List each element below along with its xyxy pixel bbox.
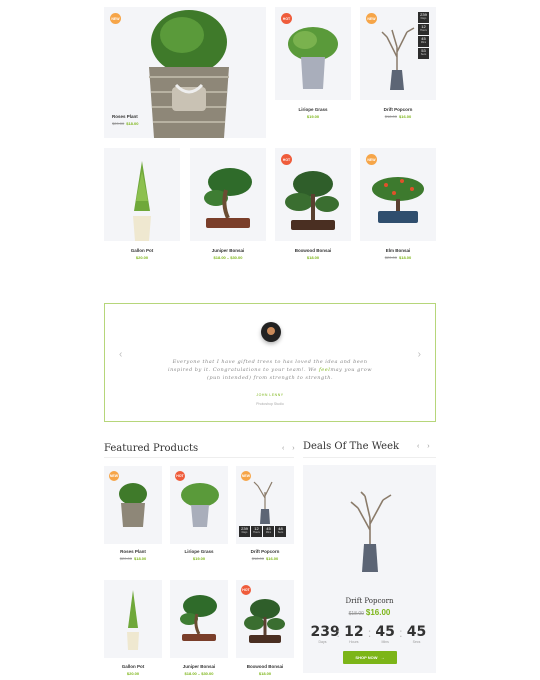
deal-product-name[interactable]: Drift Popcorn: [303, 597, 436, 605]
sale-price: $18.00: [399, 255, 412, 260]
liriope-grass-image: [181, 483, 219, 527]
arrow-right-icon: →: [380, 655, 385, 660]
timer-secs: 48 Secs: [275, 526, 286, 537]
hot-badge: HOT: [241, 585, 251, 595]
testimonial-avatar: [261, 322, 281, 342]
timer-mins: 45 Mins: [263, 526, 274, 537]
countdown-secs: 45 Secs: [406, 624, 427, 644]
testimonial-box: ‹ › Everyone that I have gifted trees to…: [104, 303, 436, 422]
product-card[interactable]: NEW: [104, 466, 162, 544]
product-card[interactable]: HOT: [236, 580, 294, 658]
featured-title: Featured Products: [104, 443, 199, 454]
gallon-pot-image: [133, 161, 151, 241]
product-name[interactable]: Drift Popcorn: [236, 549, 294, 554]
new-badge: NEW: [109, 471, 119, 481]
product-name[interactable]: Liriope Grass: [275, 107, 351, 112]
old-price: $18.00: [384, 114, 397, 119]
product-name[interactable]: Juniper Bonsai: [190, 248, 266, 253]
featured-arrows[interactable]: ‹ ›: [282, 445, 298, 452]
countdown-mins: 45 Mins: [375, 624, 395, 644]
sale-price: $16.00: [399, 114, 412, 119]
product-card[interactable]: NEW 239 Days 12 Hours 45 Mins 53 Secs Drift …: [360, 7, 436, 138]
testimonial-quote: Everyone that I have gifted trees to has…: [167, 359, 372, 381]
prev-arrow-icon[interactable]: ‹: [119, 349, 122, 360]
product-card[interactable]: Juniper Bonsai $18.00 – $30.00: [190, 148, 266, 279]
product-name[interactable]: Drift Popcorn: [360, 107, 436, 112]
countdown-hours: 12 Hours: [344, 624, 364, 644]
boxwood-bonsai-image: [244, 599, 285, 643]
next-arrow-icon[interactable]: ›: [418, 349, 421, 360]
product-name[interactable]: Liriope Grass: [170, 549, 228, 554]
product-card[interactable]: NEW Elm Bonsai $20.00 $18.00: [360, 148, 436, 279]
timer-secs: 53 Secs: [418, 48, 429, 59]
product-card[interactable]: NEW 239 Days 12 Hours 45 Mins 48 Secs: [236, 466, 294, 544]
testimonial-author: JOHN LENNY: [256, 393, 284, 397]
new-badge: NEW: [110, 13, 121, 24]
sale-price: $18.00: [306, 255, 320, 260]
product-name[interactable]: Roses Plant: [104, 549, 162, 554]
countdown-days: 239 Days: [310, 624, 340, 644]
deals-divider: [303, 457, 436, 458]
juniper-bonsai-image: [180, 595, 217, 641]
sale-price: $19.00: [306, 114, 320, 119]
drift-popcorn-image: [253, 481, 273, 524]
product-name[interactable]: Roses Plant: [112, 114, 138, 119]
testimonial-role: Photoshop Studio: [256, 402, 284, 406]
boxwood-bonsai-image: [285, 171, 339, 230]
timer-hours: 12 Hours: [251, 526, 262, 537]
featured-divider: [104, 457, 294, 458]
sale-price: $20.00: [135, 255, 149, 260]
hot-badge: HOT: [175, 471, 185, 481]
countdown-timer: 239 Days 12 Hours 45 Mins 48 Secs: [239, 526, 286, 537]
timer-hours: 12 Hours: [418, 24, 429, 35]
deal-card[interactable]: Drift Popcorn $18.00 $16.00 239 Days : 12 H…: [303, 465, 436, 673]
deals-arrows[interactable]: ‹ ›: [417, 443, 433, 450]
product-card[interactable]: [170, 580, 228, 658]
deal-old-price: $18.00: [348, 611, 364, 617]
countdown-timer: 239 Days 12 Hours 45 Mins 53 Secs: [418, 12, 429, 59]
old-price: $20.00: [384, 255, 397, 260]
product-card[interactable]: HOT Liriope Grass $19.00: [275, 7, 351, 138]
new-badge: NEW: [241, 471, 251, 481]
deal-price: $16.00: [365, 608, 391, 617]
new-badge: NEW: [366, 154, 377, 165]
hot-badge: HOT: [281, 13, 292, 24]
product-name[interactable]: Boxwood Bonsai: [275, 248, 351, 253]
sale-price: $18.00 – $30.00: [213, 255, 243, 260]
elm-bonsai-image: [372, 177, 424, 223]
product-name[interactable]: Gallon Pot: [104, 248, 180, 253]
product-card[interactable]: Gallon Pot $20.00: [104, 148, 180, 279]
drift-popcorn-image: [350, 491, 392, 572]
product-name[interactable]: Boxwood Bonsai: [236, 664, 294, 669]
roses-plant-image: [149, 10, 229, 138]
product-name[interactable]: Elm Bonsai: [360, 248, 436, 253]
drift-popcorn-image: [381, 27, 415, 90]
shop-now-button[interactable]: SHOP NOW →: [343, 651, 397, 664]
product-card[interactable]: NEW Roses Plant $20.00 $18.00: [104, 7, 266, 138]
old-price: $20.00: [112, 121, 125, 126]
product-card[interactable]: HOT Boxwood Bonsai $18.00: [275, 148, 351, 279]
liriope-grass-image: [288, 27, 338, 89]
roses-plant-image: [119, 483, 147, 527]
deals-title: Deals Of The Week: [303, 441, 400, 452]
juniper-bonsai-image: [204, 168, 252, 228]
sale-price: $18.00: [126, 121, 139, 126]
product-name[interactable]: Juniper Bonsai: [170, 664, 228, 669]
product-card[interactable]: [104, 580, 162, 658]
hot-badge: HOT: [281, 154, 292, 165]
timer-mins: 45 Mins: [418, 36, 429, 47]
deal-countdown: 239 Days : 12 Hours : 45 Mins : 45 Secs: [303, 624, 436, 644]
gallon-pot-image: [127, 590, 139, 650]
timer-days: 239 Days: [418, 12, 429, 23]
product-card[interactable]: HOT: [170, 466, 228, 544]
timer-days: 239 Days: [239, 526, 250, 537]
product-name[interactable]: Gallon Pot: [104, 664, 162, 669]
new-badge: NEW: [366, 13, 377, 24]
